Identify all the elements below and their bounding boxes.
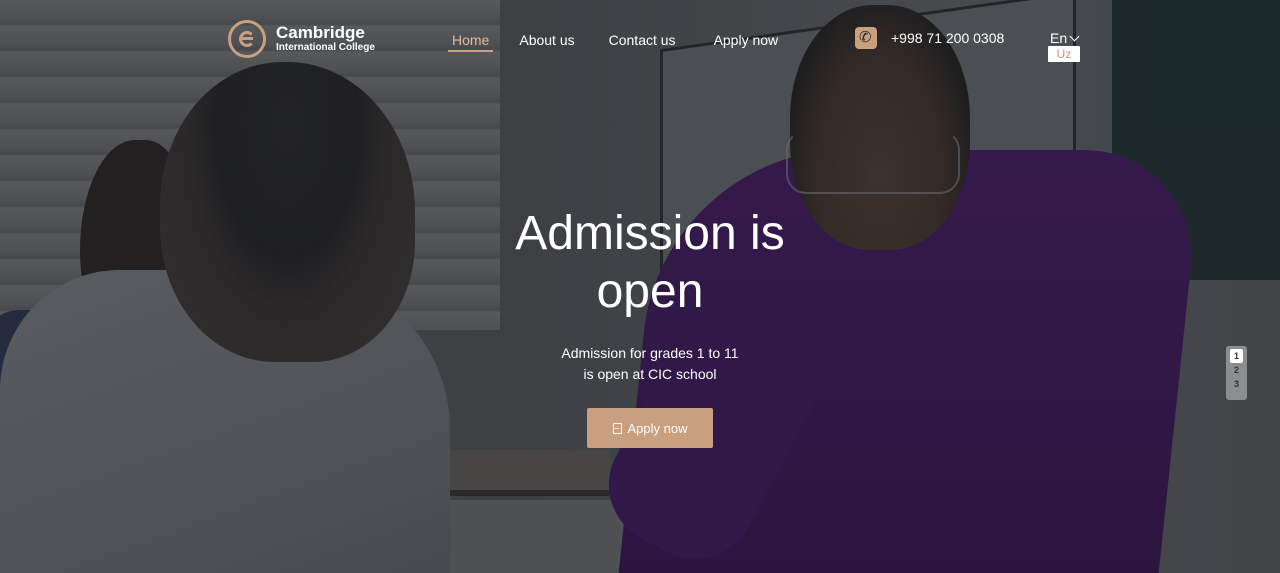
- chevron-down-icon: [1069, 31, 1080, 41]
- nav-about-us[interactable]: About us: [515, 30, 578, 52]
- logo-subtitle: International College: [276, 42, 375, 53]
- logo-title: Cambridge: [276, 23, 365, 42]
- pager-item-3[interactable]: 3: [1230, 377, 1243, 391]
- pager-item-2[interactable]: 2: [1230, 363, 1243, 377]
- hero-title: Admission is open: [440, 205, 860, 321]
- phone-icon: [855, 27, 877, 49]
- hero-subtitle-line1: Admission for grades 1 to 11: [561, 345, 739, 361]
- apply-now-label: Apply now: [627, 420, 688, 436]
- hero-subtitle-line2: is open at CIC school: [583, 366, 717, 382]
- hero-subtitle: Admission for grades 1 to 11 is open at …: [440, 343, 860, 385]
- pager-item-1[interactable]: 1: [1230, 349, 1243, 363]
- nav-contact-us[interactable]: Contact us: [605, 30, 680, 52]
- site-header: Cambridge International College Home Abo…: [0, 0, 1280, 80]
- language-current-label: En: [1050, 30, 1068, 46]
- nav-apply-now[interactable]: Apply now: [710, 30, 783, 52]
- hero-title-line1: Admission is: [515, 207, 785, 260]
- phone-number[interactable]: +998 71 200 0308: [891, 30, 1004, 46]
- hero-title-line2: open: [596, 265, 704, 318]
- language-current[interactable]: En: [1050, 30, 1080, 46]
- language-switcher[interactable]: En Uz: [1048, 30, 1080, 62]
- slide-pager: 1 2 3: [1226, 346, 1247, 400]
- college-logo-icon: [228, 20, 266, 58]
- main-nav: Home About us Contact us Apply now: [448, 30, 782, 52]
- phone-contact[interactable]: +998 71 200 0308: [855, 27, 1004, 49]
- nav-home[interactable]: Home: [448, 30, 494, 52]
- hero-section: Admission is open Admission for grades 1…: [440, 205, 860, 448]
- logo[interactable]: Cambridge International College: [228, 20, 375, 58]
- language-option-uz[interactable]: Uz: [1048, 46, 1080, 62]
- logo-text: Cambridge International College: [276, 24, 375, 54]
- document-icon: [612, 422, 622, 434]
- apply-now-button[interactable]: Apply now: [586, 408, 714, 448]
